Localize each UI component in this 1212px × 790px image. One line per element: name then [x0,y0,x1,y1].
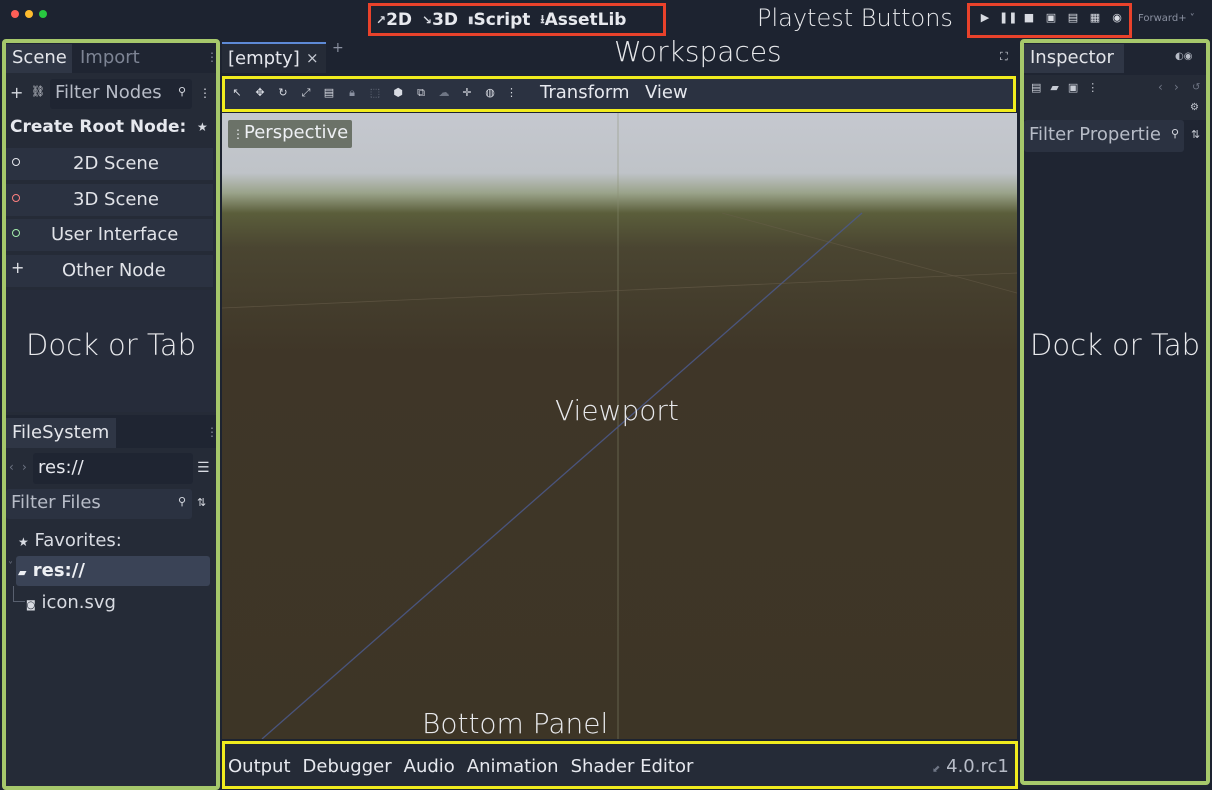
workspace-assetlib-button[interactable]: ⭳ AssetLib [540,8,626,32]
workspace-2d-label: 2D [386,10,413,30]
add-scene-tab-icon[interactable]: + [332,40,344,56]
viewport-toolbar-annotation-box [222,76,1016,112]
viewport-annotation-label: Viewport [555,394,679,427]
workspaces-annotation-label: Workspaces [614,35,782,68]
pause-icon[interactable]: ❚❚ [999,11,1017,24]
chevron-down-icon: ˅ [1189,13,1195,24]
play-custom-icon[interactable]: ◉ [1109,11,1125,24]
bottom-panel-annotation-box [222,741,1018,789]
left-dock-annotation-box [2,39,220,790]
right-dock-annotation-box [1020,39,1210,785]
renderer-label: Forward+ [1138,13,1187,24]
playtest-buttons: ▶ ❚❚ ■ ▣ ▤ ▦ ◉ [977,11,1125,24]
perspective-button[interactable]: ⋮Perspective [228,120,353,148]
viewport-3d[interactable]: ⋮Perspective Viewport Bottom Panel [222,113,1017,739]
scene-tab-empty[interactable]: [empty] × [222,42,326,73]
perspective-menu-icon: ⋮ [232,127,244,141]
scene-tab-label: [empty] [228,48,300,69]
renderer-select[interactable]: Forward+ ˅ [1138,13,1195,24]
workspace-buttons: ↗ 2D ↘ 3D ▮ Script ⭳ AssetLib [376,8,626,32]
play-scene-icon[interactable]: ▦ [1087,11,1103,24]
close-window-button[interactable] [11,10,19,18]
workspace-script-button[interactable]: ▮ Script [468,8,530,32]
stop-icon[interactable]: ■ [1021,11,1037,24]
3d-icon: ↘ [422,13,433,27]
minimize-window-button[interactable] [25,10,33,18]
distraction-free-icon[interactable]: ⛶ [1000,50,1008,64]
playtest-annotation-label: Playtest Buttons [757,4,953,32]
workspace-3d-label: 3D [432,10,459,30]
workspace-script-label: Script [473,10,531,30]
workspace-assetlib-label: AssetLib [544,10,627,30]
movie-icon[interactable]: ▤ [1065,11,1081,24]
remote-debug-icon[interactable]: ▣ [1043,11,1059,24]
workspace-3d-button[interactable]: ↘ 3D [422,8,458,32]
zoom-window-button[interactable] [39,10,47,18]
workspace-2d-button[interactable]: ↗ 2D [376,8,412,32]
play-icon[interactable]: ▶ [977,11,993,24]
perspective-label: Perspective [244,122,349,143]
2d-icon: ↗ [376,13,387,27]
bottom-panel-annotation-label: Bottom Panel [422,707,609,739]
close-icon[interactable]: × [306,49,319,67]
